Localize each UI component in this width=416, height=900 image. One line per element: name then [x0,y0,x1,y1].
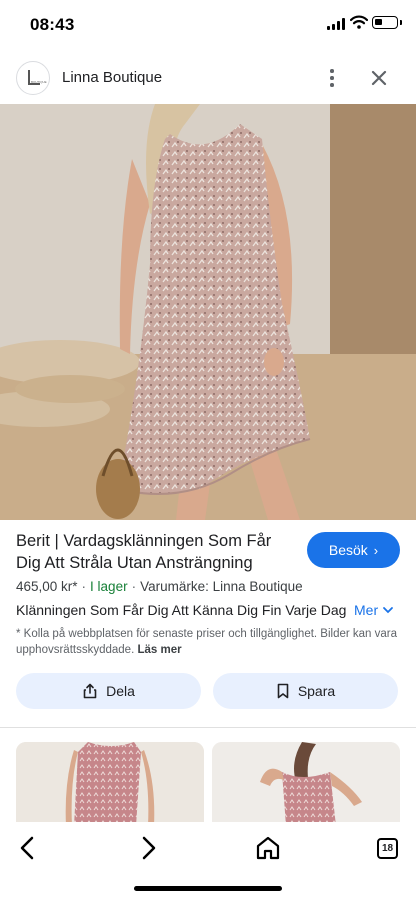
save-button[interactable]: Spara [213,673,398,709]
bottom-navigation: 18 [0,822,416,900]
wifi-icon [350,15,368,29]
more-label: Mer [354,602,379,618]
share-icon [83,683,97,699]
site-logo: BOUTIQUE [16,61,50,95]
product-meta: 465,00 kr* · I lager · Varumärke: Linna Bout… [16,579,303,594]
site-name: Linna Boutique [62,69,163,86]
disclaimer: * Kolla på webbplatsen för senaste prise… [16,626,400,658]
visit-button[interactable]: Besök › [307,532,400,568]
tabs-button[interactable]: 18 [372,832,404,864]
battery-icon [372,16,402,29]
more-button[interactable]: Mer [354,602,394,618]
visit-button-label: Besök [328,542,368,558]
more-options-icon[interactable] [322,67,342,89]
product-image[interactable] [0,104,416,520]
description: Klänningen Som Får Dig Att Känna Dig Fin… [16,602,347,618]
forward-arrow-icon[interactable] [132,832,164,864]
status-bar: 08:43 [0,0,416,50]
price: 465,00 kr* [16,579,78,594]
back-arrow-icon[interactable] [12,832,44,864]
save-label: Spara [297,683,336,699]
signal-icon [327,18,345,30]
tabs-count: 18 [377,838,398,859]
share-label: Dela [106,683,135,699]
related-image[interactable] [16,742,204,826]
header: BOUTIQUE Linna Boutique [0,55,416,103]
description-row: Klänningen Som Får Dig Att Känna Dig Fin… [16,602,400,622]
stock-status: I lager [90,579,128,594]
close-icon[interactable] [366,65,392,91]
status-time: 08:43 [30,15,75,34]
bookmark-icon [277,683,289,699]
home-indicator [134,886,282,891]
share-button[interactable]: Dela [16,673,201,709]
chevron-right-icon: › [373,542,379,558]
read-more-link[interactable]: Läs mer [137,644,181,656]
product-title: Berit | Vardagsklänningen Som Får Dig At… [16,532,272,572]
chevron-down-icon [383,607,394,614]
divider [0,727,416,728]
related-image[interactable] [212,742,400,826]
brand: Varumärke: Linna Boutique [140,579,303,594]
home-icon[interactable] [252,832,284,864]
disclaimer-text: * Kolla på webbplatsen för senaste prise… [16,628,397,656]
